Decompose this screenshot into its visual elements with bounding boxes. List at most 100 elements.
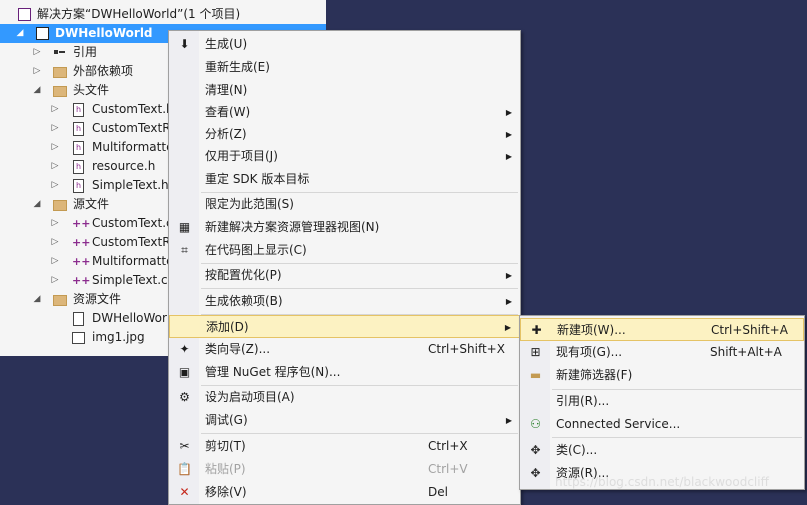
menu-item-label: 分析(Z) (205, 127, 247, 141)
resource-file-icon (73, 312, 84, 326)
tree-node-label: 头文件 (73, 83, 110, 97)
menu-separator (201, 288, 518, 289)
submenu-item-new-item[interactable]: ✚ 新建项(W)... Ctrl+Shift+A (520, 318, 804, 341)
menu-item-label: 生成(U) (205, 37, 248, 51)
menu-item-set-startup[interactable]: ⚙ 设为启动项目(A) (169, 386, 520, 409)
cpp-file-icon: ++ (72, 274, 91, 287)
expand-arrow-icon[interactable]: ▷ (49, 214, 61, 233)
menu-item-label: 调试(G) (205, 413, 248, 427)
expand-arrow-icon[interactable]: ▷ (31, 62, 43, 81)
project-context-menu: ⬇ 生成(U) 重新生成(E) 清理(N) 查看(W) ▶ 分析(Z) ▶ 仅用… (168, 30, 521, 505)
menu-item-shortcut: Ctrl+Shift+X (428, 342, 505, 356)
folder-icon (53, 295, 67, 306)
submenu-item-class[interactable]: ✥ 类(C)... (520, 439, 804, 462)
menu-item-retarget-sdk[interactable]: 重定 SDK 版本目标 (169, 168, 520, 191)
solution-node[interactable]: 解决方案“DWHelloWorld”(1 个项目) (0, 5, 326, 24)
menu-item-debug[interactable]: 调试(G) ▶ (169, 409, 520, 432)
menu-separator (552, 437, 802, 438)
folder-icon: ▬ (529, 368, 542, 382)
expand-arrow-icon[interactable]: ▷ (49, 119, 61, 138)
tree-node-label: DWHelloWor (92, 311, 167, 325)
menu-item-label: 查看(W) (205, 105, 251, 119)
menu-item-rebuild[interactable]: 重新生成(E) (169, 56, 520, 79)
resource-icon: ✥ (530, 466, 541, 480)
menu-item-scope-to-this[interactable]: 限定为此范围(S) (169, 193, 520, 216)
header-file-icon (73, 119, 84, 138)
menu-item-shortcut: Ctrl+V (428, 462, 468, 476)
clipboard-icon: 📋 (177, 462, 192, 476)
menu-item-label: 现有项(G)... (556, 345, 623, 359)
menu-item-label: 清理(N) (205, 83, 248, 97)
header-file-icon (73, 100, 84, 119)
project-name: DWHelloWorld (55, 26, 153, 40)
collapse-arrow-icon[interactable]: ◢ (14, 24, 26, 43)
menu-item-label: 剪切(T) (205, 439, 246, 453)
external-deps-icon (53, 67, 67, 78)
menu-item-shortcut: Shift+Alt+A (710, 345, 782, 359)
expand-arrow-icon[interactable]: ▷ (49, 100, 61, 119)
collapse-arrow-icon[interactable]: ◢ (31, 81, 43, 100)
submenu-arrow-icon: ▶ (505, 130, 512, 139)
menu-item-label: 设为启动项目(A) (205, 390, 295, 404)
menu-item-cut[interactable]: ✂ 剪切(T) Ctrl+X (169, 435, 520, 458)
menu-item-label: 新建筛选器(F) (556, 368, 633, 382)
new-view-icon: ▦ (178, 220, 191, 234)
watermark: https://blog.csdn.net/blackwoodcliff (555, 475, 769, 489)
existing-item-icon: ⊞ (530, 345, 541, 359)
submenu-item-existing-item[interactable]: ⊞ 现有项(G)... Shift+Alt+A (520, 341, 804, 364)
menu-item-label: 仅用于项目(J) (205, 149, 278, 163)
menu-item-label: 管理 NuGet 程序包(N)... (205, 365, 341, 379)
submenu-arrow-icon: ▶ (505, 108, 512, 117)
header-file-icon (73, 157, 84, 176)
menu-item-new-explorer-view[interactable]: ▦ 新建解决方案资源管理器视图(N) (169, 216, 520, 239)
expand-arrow-icon[interactable]: ▷ (49, 157, 61, 176)
image-file-icon (72, 332, 85, 344)
menu-item-shortcut: Ctrl+X (428, 439, 468, 453)
menu-item-class-wizard[interactable]: ✦ 类向导(Z)... Ctrl+Shift+X (169, 338, 520, 361)
menu-item-label: 在代码图上显示(C) (205, 243, 307, 257)
tree-node-label: SimpleText.h (92, 178, 169, 192)
expand-arrow-icon[interactable]: ▷ (31, 43, 43, 62)
menu-item-view[interactable]: 查看(W) ▶ (169, 101, 520, 124)
solution-title: 解决方案“DWHelloWorld”(1 个项目) (37, 7, 241, 21)
menu-item-label: 类(C)... (556, 443, 598, 457)
collapse-arrow-icon[interactable]: ◢ (31, 195, 43, 214)
menu-item-project-only[interactable]: 仅用于项目(J) ▶ (169, 145, 520, 168)
submenu-item-reference[interactable]: 引用(R)... (520, 390, 804, 413)
submenu-arrow-icon: ▶ (505, 152, 512, 161)
cpp-file-icon: ++ (72, 217, 91, 230)
tree-node-label: img1.jpg (92, 330, 145, 344)
menu-item-pgo[interactable]: 按配置优化(P) ▶ (169, 264, 520, 287)
collapse-arrow-icon[interactable]: ◢ (31, 290, 43, 309)
menu-item-remove[interactable]: ✕ 移除(V) Del (169, 481, 520, 504)
menu-item-build[interactable]: ⬇ 生成(U) (169, 33, 520, 56)
tree-node-label: 引用 (73, 45, 98, 59)
submenu-item-new-filter[interactable]: ▬ 新建筛选器(F) (520, 364, 804, 387)
code-map-icon: ⌗ (181, 243, 188, 257)
menu-item-clean[interactable]: 清理(N) (169, 79, 520, 102)
build-icon: ⬇ (179, 37, 190, 51)
expand-arrow-icon[interactable]: ▷ (49, 271, 61, 290)
tree-node-label: CustomText.h (92, 102, 174, 116)
gear-icon: ⚙ (179, 390, 190, 404)
expand-arrow-icon[interactable]: ▷ (49, 138, 61, 157)
expand-arrow-icon[interactable]: ▷ (49, 176, 61, 195)
cpp-file-icon: ++ (72, 255, 91, 268)
submenu-arrow-icon: ▶ (504, 323, 511, 332)
submenu-item-connected-service[interactable]: ⚇ Connected Service... (520, 413, 804, 436)
menu-item-paste[interactable]: 📋 粘贴(P) Ctrl+V (169, 458, 520, 481)
tree-node-label: CustomTextR (92, 235, 171, 249)
header-file-icon (73, 138, 84, 157)
menu-item-manage-nuget[interactable]: ▣ 管理 NuGet 程序包(N)... (169, 361, 520, 384)
expand-arrow-icon[interactable]: ▷ (49, 252, 61, 271)
menu-item-show-on-code-map[interactable]: ⌗ 在代码图上显示(C) (169, 239, 520, 262)
menu-separator (201, 433, 518, 434)
menu-item-analyze[interactable]: 分析(Z) ▶ (169, 123, 520, 146)
menu-item-add[interactable]: 添加(D) ▶ (169, 315, 520, 338)
expand-arrow-icon[interactable]: ▷ (49, 233, 61, 252)
tree-node-label: 源文件 (73, 197, 110, 211)
tree-node-label: Multiformatte (92, 140, 174, 154)
add-submenu: ✚ 新建项(W)... Ctrl+Shift+A ⊞ 现有项(G)... Shi… (519, 315, 805, 490)
submenu-arrow-icon: ▶ (505, 297, 512, 306)
menu-item-build-dependencies[interactable]: 生成依赖项(B) ▶ (169, 290, 520, 313)
